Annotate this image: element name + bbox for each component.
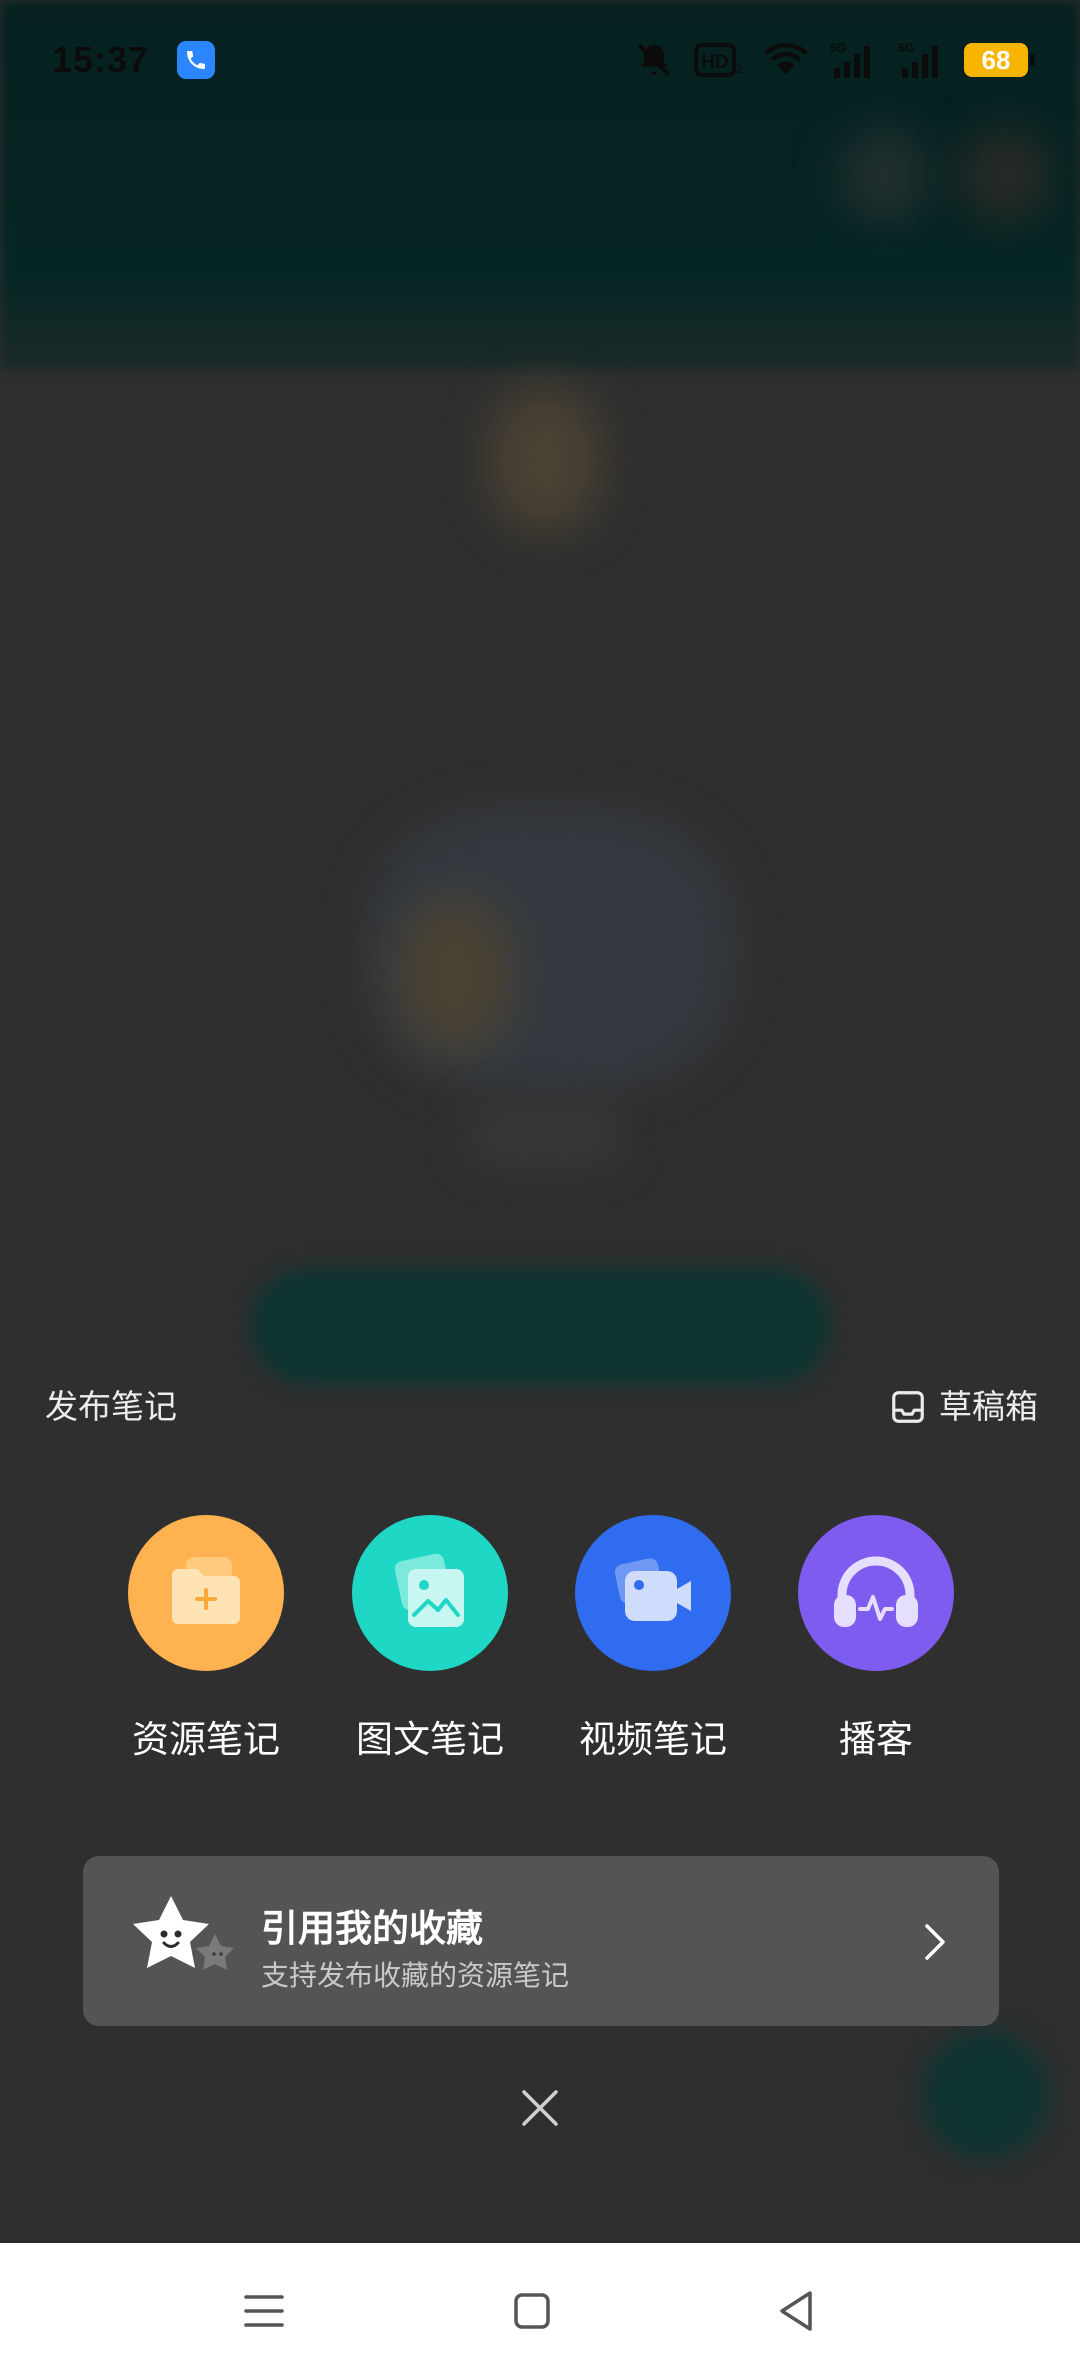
hd-icon: HD 2	[694, 43, 743, 77]
option-image-note[interactable]: 图文笔记	[330, 1515, 530, 1775]
close-button[interactable]	[510, 2078, 570, 2138]
star-mascot-icon	[133, 1896, 234, 1970]
cite-favorites-card[interactable]: 引用我的收藏 支持发布收藏的资源笔记	[83, 1856, 999, 2026]
sheet-header: 发布笔记 草稿箱	[0, 1382, 1080, 1432]
option-label: 资源笔记	[132, 1718, 280, 1761]
status-time: 15:37	[52, 39, 150, 80]
close-icon	[522, 2090, 558, 2126]
drafts-label: 草稿箱	[939, 1387, 1038, 1426]
background-blob	[470, 1110, 620, 1160]
svg-text:HD: HD	[701, 52, 728, 73]
back-button[interactable]	[764, 2279, 828, 2343]
drafts-button[interactable]: 草稿箱	[889, 1382, 1038, 1432]
background-blob	[840, 130, 930, 220]
recent-apps-button[interactable]	[232, 2279, 296, 2343]
navigation-bar	[0, 2243, 1080, 2376]
status-icons: HD 2 5G 5G 68	[634, 40, 1035, 80]
chevron-right-icon	[925, 1924, 945, 1960]
background-blob	[400, 900, 510, 1050]
signal-5g-icon: 5G	[898, 41, 938, 78]
cite-favorites-title: 引用我的收藏	[261, 1907, 483, 1950]
note-type-options: 资源笔记 图文笔记 视频笔记 播客	[0, 1515, 1080, 1775]
home-button[interactable]	[500, 2279, 564, 2343]
video-camera-icon	[575, 1515, 731, 1671]
inbox-icon	[892, 1391, 924, 1423]
cite-favorites-subtitle: 支持发布收藏的资源笔记	[261, 1959, 570, 1992]
option-podcast[interactable]: 播客	[776, 1515, 976, 1775]
home-icon	[514, 2293, 550, 2329]
option-video-note[interactable]: 视频笔记	[553, 1515, 753, 1775]
background-blob	[960, 130, 1050, 220]
option-resource-note[interactable]: 资源笔记	[106, 1515, 306, 1775]
option-label: 视频笔记	[579, 1718, 727, 1761]
image-icon	[352, 1515, 508, 1671]
publish-note-sheet: 发布笔记 草稿箱 资源笔记 图文笔记 视频笔记 播客 引用我的收藏 支持发布收藏…	[0, 1330, 1080, 2240]
sheet-title: 发布笔记	[45, 1387, 177, 1426]
background-blob	[490, 390, 600, 530]
svg-text:5G: 5G	[898, 41, 914, 55]
svg-text:5G: 5G	[830, 41, 846, 55]
menu-icon	[244, 2295, 284, 2327]
battery-indicator: 68	[964, 43, 1035, 77]
option-label: 播客	[839, 1718, 913, 1761]
svg-text:2: 2	[736, 62, 743, 76]
option-label: 图文笔记	[356, 1718, 504, 1761]
signal-5g-icon: 5G	[830, 41, 870, 78]
mute-bell-icon	[637, 43, 671, 77]
headphones-icon	[798, 1515, 954, 1671]
status-bar: 15:37 HD 2 5G 5G 68	[0, 0, 1080, 120]
folder-plus-icon	[128, 1515, 284, 1671]
wifi-icon	[764, 43, 808, 75]
back-icon	[780, 2291, 812, 2331]
phone-call-icon	[177, 41, 216, 79]
